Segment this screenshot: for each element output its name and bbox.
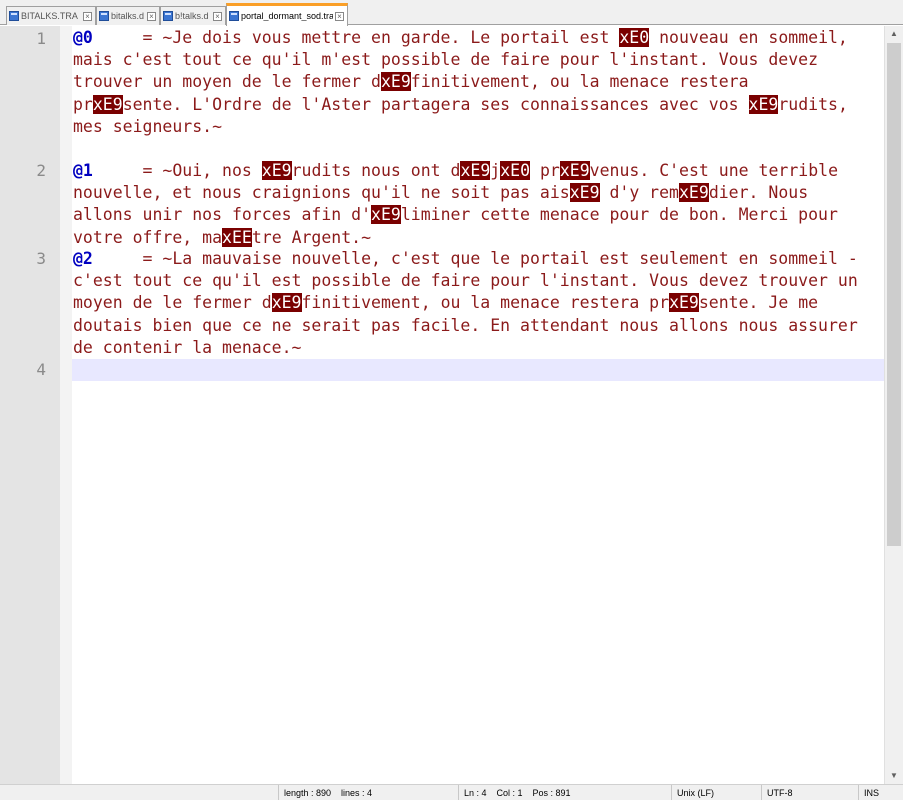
- text-run: = ~Je dois vous mettre en garde. Le port…: [92, 28, 620, 47]
- text-run: j: [490, 161, 501, 180]
- escaped-char-highlight: xE9: [92, 94, 123, 114]
- file-icon: [163, 11, 173, 21]
- fold-margin[interactable]: [60, 26, 72, 784]
- line-number-gutter: 1 2 3 4: [0, 26, 60, 784]
- escaped-char-highlight: xE9: [380, 72, 411, 92]
- file-icon: [9, 11, 19, 21]
- escaped-char-highlight: xE9: [559, 161, 590, 180]
- string-key: @2: [73, 249, 93, 268]
- line-number: 2: [36, 161, 46, 180]
- escaped-char-highlight: xE9: [371, 205, 401, 225]
- escaped-char-highlight: xE0: [500, 161, 531, 180]
- escaped-char-highlight: xE9: [271, 293, 302, 313]
- escaped-char-highlight: xE9: [748, 94, 779, 114]
- scrollbar-thumb[interactable]: [887, 43, 901, 546]
- line-number: 3: [36, 249, 46, 268]
- editor-area[interactable]: 1 2 3 4 @0 = ~Je dois vous mettre en gar…: [0, 26, 903, 784]
- line-number: 4: [36, 360, 46, 379]
- escaped-char-highlight: xE9: [569, 183, 600, 203]
- close-icon[interactable]: ×: [213, 11, 222, 21]
- text-run: sente. L'Ordre de l'Aster partagera ses …: [122, 94, 749, 114]
- status-length-lines: length : 890 lines : 4: [278, 785, 450, 800]
- status-encoding[interactable]: UTF-8: [761, 785, 857, 800]
- escaped-char-highlight: xEE: [222, 227, 252, 247]
- escaped-char-highlight: xE9: [261, 161, 292, 180]
- close-icon[interactable]: ×: [147, 11, 156, 21]
- text-run: finitivement, ou la menace restera pr: [301, 293, 670, 313]
- line-number: 1: [36, 29, 46, 48]
- tab-label: BITALKS.TRA: [21, 11, 78, 21]
- escaped-char-highlight: xE9: [460, 161, 491, 180]
- tab-label: b!talks.d: [175, 11, 209, 21]
- escaped-char-highlight: xE9: [679, 183, 709, 203]
- code-line[interactable]: @1 = ~Oui, nos xE9rudits nous ont dxE9jx…: [72, 160, 862, 249]
- close-icon[interactable]: ×: [83, 11, 92, 21]
- text-run: tre Argent.~: [251, 227, 372, 247]
- code-line[interactable]: [72, 359, 862, 381]
- escaped-char-highlight: xE9: [669, 293, 699, 313]
- text-run: = ~Oui, nos: [92, 161, 262, 180]
- status-eol[interactable]: Unix (LF): [671, 785, 759, 800]
- tab-label: portal_dormant_sod.tra: [241, 11, 333, 21]
- string-key: @0: [73, 28, 93, 47]
- text-run: pr: [530, 161, 560, 180]
- tab-bar: BITALKS.TRA × bitalks.d × b!talks.d × po…: [0, 0, 903, 26]
- tab-portal-dormant-sod-tra[interactable]: portal_dormant_sod.tra ×: [226, 3, 348, 26]
- file-icon: [99, 11, 109, 21]
- text-run: d'y rem: [599, 183, 679, 203]
- file-icon: [229, 11, 239, 21]
- scroll-down-icon[interactable]: ▼: [885, 768, 903, 784]
- tab-label: bitalks.d: [111, 11, 145, 21]
- status-insert-mode[interactable]: INS: [858, 785, 903, 800]
- escaped-char-highlight: xE0: [619, 28, 650, 47]
- status-position: Ln : 4 Col : 1 Pos : 891: [458, 785, 662, 800]
- status-bar: length : 890 lines : 4 Ln : 4 Col : 1 Po…: [0, 784, 903, 800]
- code-line[interactable]: @0 = ~Je dois vous mettre en garde. Le p…: [72, 27, 862, 138]
- text-run: rudits nous ont d: [291, 161, 461, 180]
- scroll-up-icon[interactable]: ▲: [885, 26, 903, 42]
- string-key: @1: [73, 161, 93, 180]
- code-line[interactable]: @2 = ~La mauvaise nouvelle, c'est que le…: [72, 248, 862, 359]
- close-icon[interactable]: ×: [335, 11, 344, 21]
- vertical-scrollbar[interactable]: ▲ ▼: [884, 26, 903, 784]
- tab-bitalks-tra[interactable]: BITALKS.TRA ×: [6, 6, 96, 25]
- tab-b-talks-d[interactable]: b!talks.d ×: [160, 6, 226, 25]
- tab-bitalks-d[interactable]: bitalks.d ×: [96, 6, 160, 25]
